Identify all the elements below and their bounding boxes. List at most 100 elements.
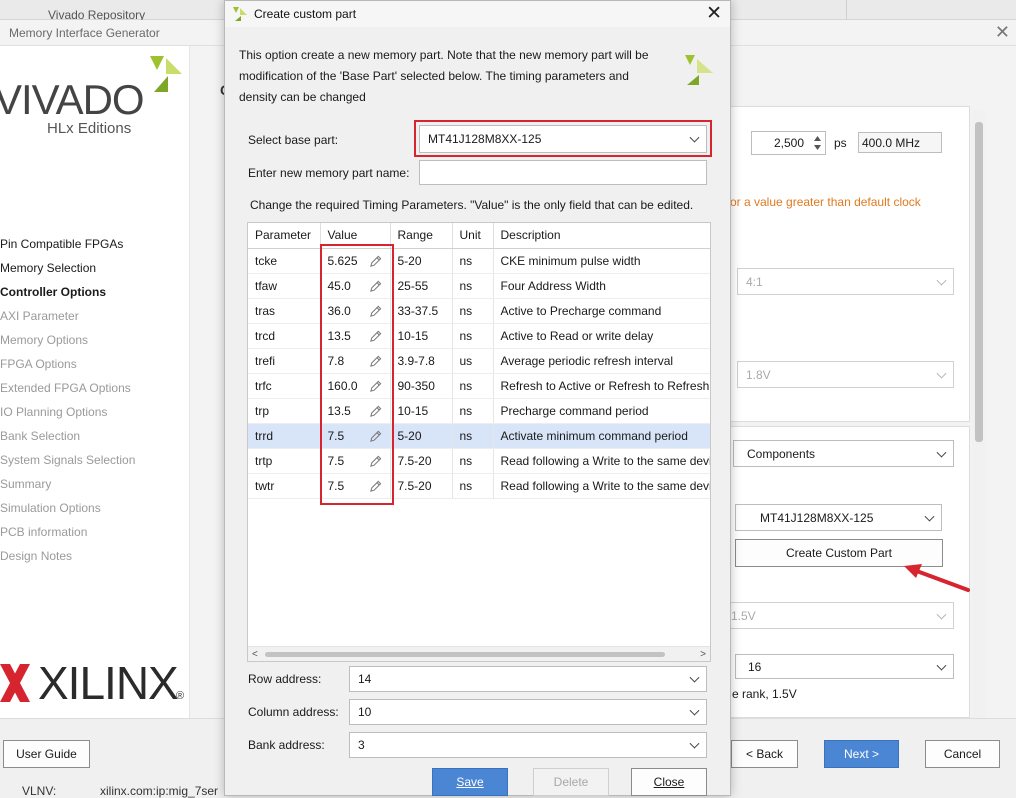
- clock-period-input[interactable]: 2,500: [751, 131, 826, 155]
- nav-item[interactable]: Memory Options: [0, 328, 135, 352]
- page-scrollbar[interactable]: [972, 110, 986, 718]
- memory-type-value: Components: [747, 446, 816, 461]
- clock-period-value: 2,500: [774, 136, 805, 150]
- table-row[interactable]: tcke 5.625 5-20 ns CKE minimum pulse width: [248, 248, 710, 274]
- cell-unit: ns: [452, 248, 494, 274]
- column-address-value: 10: [358, 705, 372, 719]
- column-header-description[interactable]: Description: [493, 223, 710, 249]
- nav-item[interactable]: System Signals Selection: [0, 448, 135, 472]
- dialog-close-icon[interactable]: ✕: [706, 2, 722, 25]
- new-part-name-input[interactable]: [419, 160, 707, 185]
- nav-item[interactable]: Extended FPGA Options: [0, 376, 135, 400]
- user-guide-button[interactable]: User Guide: [3, 740, 90, 768]
- nav-item[interactable]: Simulation Options: [0, 496, 135, 520]
- cell-description: Read following a Write to the same devic…: [493, 448, 710, 474]
- row-address-value: 14: [358, 672, 372, 686]
- cell-parameter: trcd: [248, 323, 321, 349]
- nav-item[interactable]: Pin Compatible FPGAs: [0, 232, 135, 256]
- base-part-highlight: [414, 120, 712, 157]
- cell-range: 3.9-7.8: [390, 348, 453, 374]
- spinner-arrows-icon[interactable]: [813, 134, 822, 152]
- cell-description: Average periodic refresh interval: [493, 348, 710, 374]
- mig-window-title: Memory Interface Generator: [9, 26, 160, 40]
- timing-parameters-table: Parameter Value Range Unit Description t…: [247, 222, 711, 662]
- chevron-down-icon: [936, 368, 947, 379]
- cell-description: Four Address Width: [493, 273, 710, 299]
- cell-parameter: trrd: [248, 423, 321, 449]
- table-row[interactable]: trcd 13.5 10-15 ns Active to Read or write d…: [248, 323, 710, 349]
- vccaux-select[interactable]: 1.8V: [737, 361, 954, 388]
- cancel-button[interactable]: Cancel: [925, 740, 1000, 768]
- row-address-select[interactable]: 14: [349, 666, 707, 692]
- cell-unit: us: [452, 348, 494, 374]
- table-row[interactable]: trp 13.5 10-15 ns Precharge command period: [248, 398, 710, 424]
- table-row[interactable]: trrd 7.5 5-20 ns Activate minimum command pe…: [248, 423, 710, 449]
- nav-item[interactable]: Bank Selection: [0, 424, 135, 448]
- table-row[interactable]: trfc 160.0 90-350 ns Refresh to Active or Re…: [248, 373, 710, 399]
- cell-description: Refresh to Active or Refresh to Refresh: [493, 373, 710, 399]
- cell-range: 10-15: [390, 323, 453, 349]
- table-scrollbar-thumb[interactable]: [265, 652, 665, 657]
- cell-parameter: trtp: [248, 448, 321, 474]
- phy-ratio-value: 4:1: [746, 274, 763, 289]
- close-button[interactable]: Close: [631, 768, 707, 796]
- mig-close-icon[interactable]: ✕: [995, 22, 1010, 43]
- data-width-select[interactable]: 16: [735, 654, 954, 679]
- column-header-range[interactable]: Range: [390, 223, 453, 249]
- cell-description: CKE minimum pulse width: [493, 248, 710, 274]
- back-button[interactable]: < Back: [731, 740, 798, 768]
- clock-warning-text: or a value greater than default clock: [730, 195, 921, 209]
- column-address-select[interactable]: 10: [349, 699, 707, 725]
- cell-parameter: trfc: [248, 373, 321, 399]
- cell-range: 7.5-20: [390, 473, 453, 499]
- annotation-arrow-icon: [904, 564, 970, 592]
- registered-mark: ®: [176, 690, 185, 702]
- column-address-label: Column address:: [248, 705, 339, 719]
- cell-parameter: twtr: [248, 473, 321, 499]
- table-row[interactable]: tras 36.0 33-37.5 ns Active to Precharge com…: [248, 298, 710, 324]
- cell-unit: ns: [452, 423, 494, 449]
- phy-ratio-select[interactable]: 4:1: [737, 268, 954, 295]
- io-voltage-select[interactable]: 1.5V: [722, 602, 954, 629]
- page-scrollbar-thumb[interactable]: [975, 122, 983, 442]
- cell-unit: ns: [452, 473, 494, 499]
- memory-part-select[interactable]: MT41J128M8XX-125: [735, 504, 942, 531]
- nav-item[interactable]: IO Planning Options: [0, 400, 135, 424]
- table-row[interactable]: trtp 7.5 7.5-20 ns Read following a Write to…: [248, 448, 710, 474]
- nav-item[interactable]: AXI Parameter: [0, 304, 135, 328]
- vivado-logo-text: VIVADO: [0, 76, 145, 123]
- column-header-unit[interactable]: Unit: [452, 223, 494, 249]
- nav-item[interactable]: FPGA Options: [0, 352, 135, 376]
- table-horizontal-scrollbar[interactable]: < >: [248, 646, 710, 661]
- table-row[interactable]: tfaw 45.0 25-55 ns Four Address Width: [248, 273, 710, 299]
- clock-frequency-value: 400.0 MHz: [862, 135, 921, 150]
- chevron-down-icon: [689, 705, 700, 716]
- nav-item[interactable]: PCB information: [0, 520, 135, 544]
- memory-type-select[interactable]: Components: [733, 440, 954, 467]
- memory-part-value: MT41J128M8XX-125: [760, 510, 874, 525]
- next-button[interactable]: Next >: [824, 740, 899, 768]
- bank-address-label: Bank address:: [248, 738, 325, 752]
- timing-table-body: tcke 5.625 5-20 ns CKE minimum pulse width tf…: [248, 248, 710, 499]
- table-header-row: Parameter Value Range Unit Description: [248, 223, 710, 249]
- value-column-highlight: [320, 244, 394, 505]
- table-row[interactable]: trefi 7.8 3.9-7.8 us Average periodic refres…: [248, 348, 710, 374]
- save-button[interactable]: Save: [432, 768, 508, 796]
- nav-item[interactable]: Summary: [0, 472, 135, 496]
- nav-item[interactable]: Controller Options: [0, 280, 135, 304]
- scroll-right-icon[interactable]: >: [700, 649, 706, 660]
- cell-range: 5-20: [390, 423, 453, 449]
- scroll-left-icon[interactable]: <: [252, 649, 258, 660]
- delete-button[interactable]: Delete: [533, 768, 609, 796]
- xilinx-logo-text: XILINX: [38, 657, 179, 709]
- nav-item[interactable]: Design Notes: [0, 544, 135, 568]
- table-row[interactable]: twtr 7.5 7.5-20 ns Read following a Write to…: [248, 473, 710, 499]
- cell-description: Activate minimum command period: [493, 423, 710, 449]
- bank-address-select[interactable]: 3: [349, 732, 707, 758]
- column-header-parameter[interactable]: Parameter: [248, 223, 321, 249]
- vccaux-value: 1.8V: [746, 367, 771, 382]
- clock-frequency-display: 400.0 MHz: [858, 132, 942, 153]
- chevron-down-icon: [936, 447, 947, 458]
- cell-range: 33-37.5: [390, 298, 453, 324]
- nav-item[interactable]: Memory Selection: [0, 256, 135, 280]
